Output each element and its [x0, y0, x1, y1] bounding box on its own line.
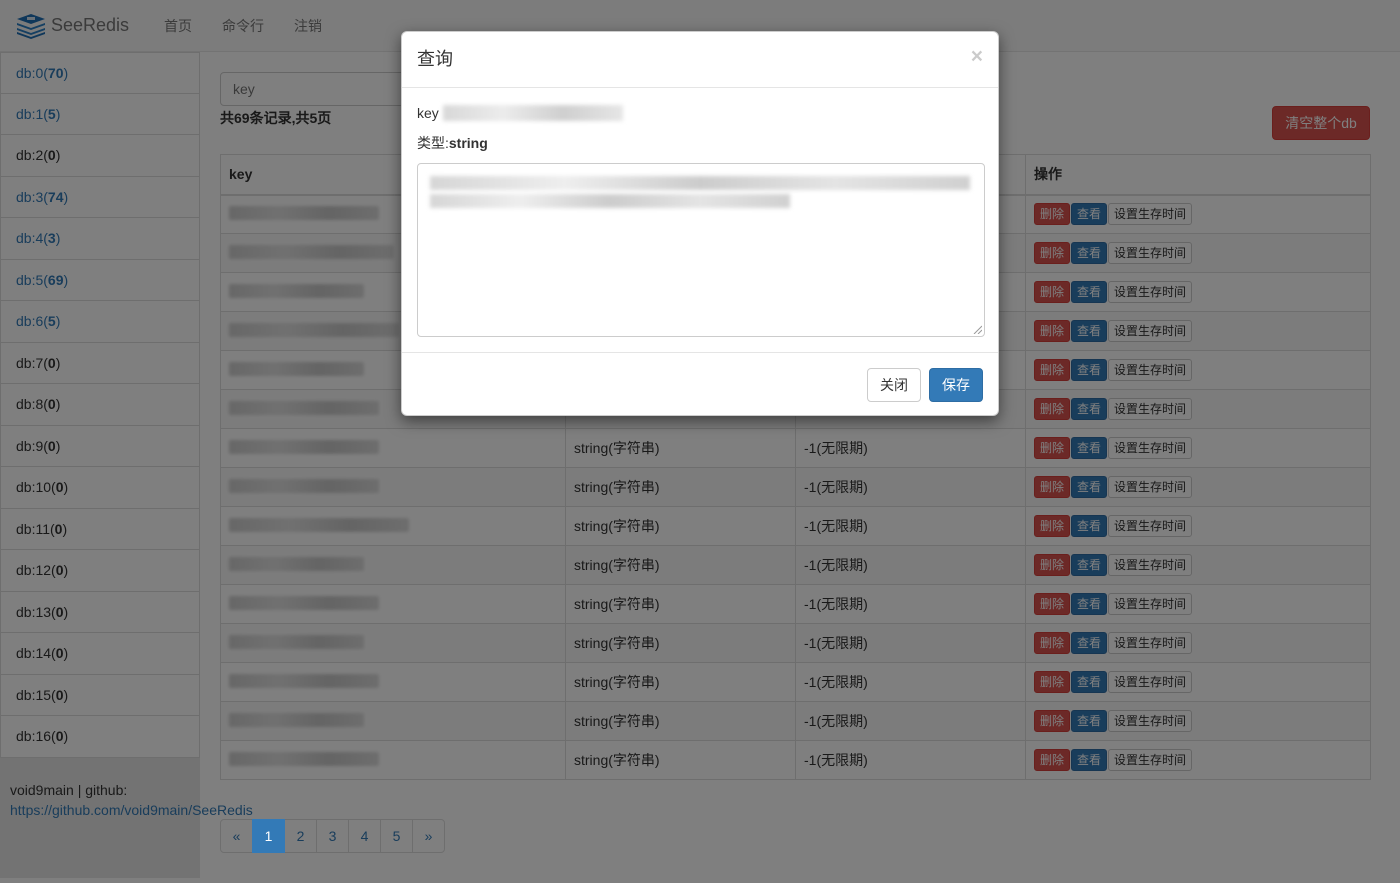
type-row: 类型: string — [417, 133, 983, 153]
save-button[interactable]: 保存 — [929, 368, 983, 402]
modal-footer: 关闭 保存 — [402, 353, 998, 417]
redacted-value-line — [430, 194, 790, 208]
redacted-value-line — [430, 176, 970, 190]
page-1[interactable]: 1 — [252, 819, 285, 853]
redacted-key-value — [442, 105, 623, 121]
query-modal: 查询 × key 类型: string 关闭 保存 — [401, 31, 999, 416]
key-label: key — [417, 105, 439, 121]
close-icon[interactable]: × — [971, 46, 983, 67]
modal-title: 查询 — [417, 49, 453, 69]
value-textarea[interactable] — [417, 163, 985, 337]
key-row: key — [417, 103, 983, 123]
resize-handle-icon[interactable] — [972, 324, 982, 334]
type-label: 类型: — [417, 135, 449, 151]
close-button[interactable]: 关闭 — [867, 368, 921, 402]
modal-body: key 类型: string — [402, 88, 998, 353]
modal-header: 查询 × — [402, 32, 998, 88]
type-value: string — [448, 135, 488, 151]
